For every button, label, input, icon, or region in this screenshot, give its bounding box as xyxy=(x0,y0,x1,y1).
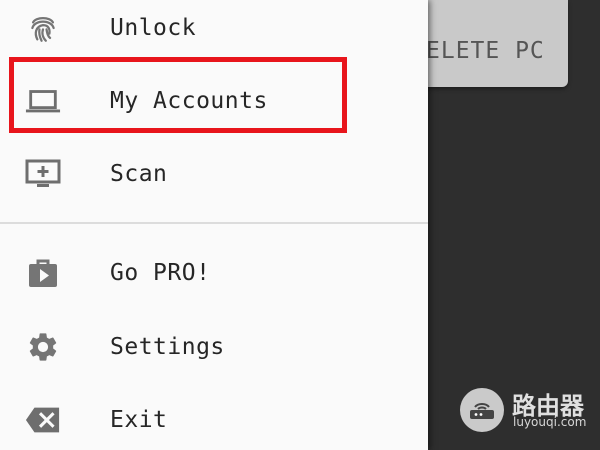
menu-item-scan[interactable]: Scan xyxy=(0,138,428,210)
menu-item-unlock[interactable]: Unlock xyxy=(0,0,428,64)
delete-pc-label: ELETE PC xyxy=(426,38,545,64)
fingerprint-icon xyxy=(25,10,61,46)
play-store-icon xyxy=(25,255,61,291)
monitor-add-icon xyxy=(25,156,61,192)
watermark: 路由器 luyouqi.com xyxy=(460,386,600,434)
menu-item-settings[interactable]: Settings xyxy=(0,311,428,383)
menu-label-settings: Settings xyxy=(110,334,225,360)
delete-pc-button[interactable]: ELETE PC xyxy=(410,0,568,87)
gear-icon xyxy=(25,329,61,365)
app-screen: ELETE PC Unlock My Accounts Scan Go PRO!… xyxy=(0,0,600,450)
menu-label-go-pro: Go PRO! xyxy=(110,260,211,286)
menu-label-exit: Exit xyxy=(110,407,168,433)
menu-item-go-pro[interactable]: Go PRO! xyxy=(0,237,428,309)
menu-label-unlock: Unlock xyxy=(110,15,197,41)
watermark-url: luyouqi.com xyxy=(513,415,587,429)
menu-item-exit[interactable]: Exit xyxy=(0,384,428,450)
menu-divider xyxy=(0,222,428,224)
router-icon xyxy=(460,388,504,432)
backspace-icon xyxy=(25,402,61,438)
highlight-box xyxy=(9,57,347,133)
navigation-drawer: Unlock My Accounts Scan Go PRO! Settings… xyxy=(0,0,428,450)
menu-label-scan: Scan xyxy=(110,161,168,187)
